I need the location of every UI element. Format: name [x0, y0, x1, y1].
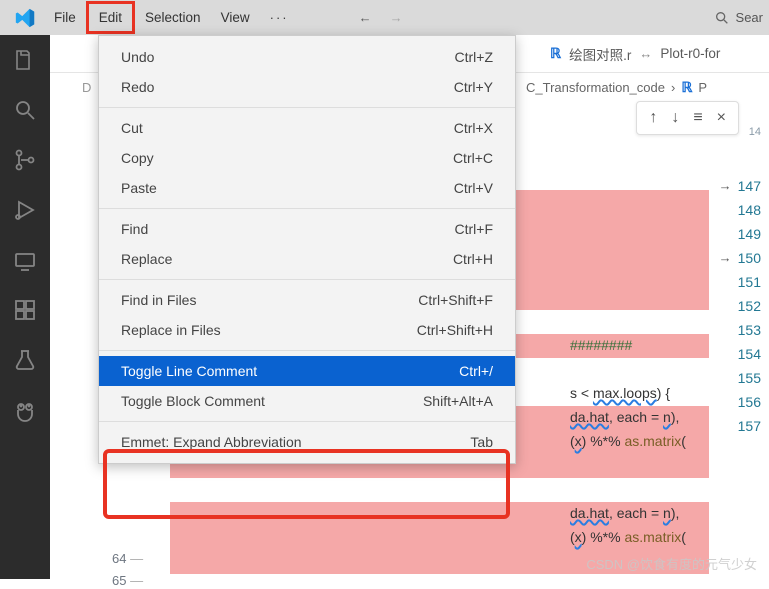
- source-control-icon[interactable]: [12, 147, 38, 173]
- menu-item-replace[interactable]: ReplaceCtrl+H: [99, 244, 515, 274]
- menu-item-toggle-block-comment[interactable]: Toggle Block CommentShift+Alt+A: [99, 386, 515, 416]
- testing-icon[interactable]: [12, 347, 38, 373]
- edit-dropdown: UndoCtrl+ZRedoCtrl+Y CutCtrl+XCopyCtrl+CP…: [98, 35, 516, 464]
- explorer-icon[interactable]: [12, 47, 38, 73]
- menu-item-cut[interactable]: CutCtrl+X: [99, 113, 515, 143]
- vscode-logo-icon: [14, 7, 36, 29]
- line-number-gutter: 14 →147 148 149 →150 151 152 153 154 155…: [719, 120, 761, 438]
- menu-item-find-in-files[interactable]: Find in FilesCtrl+Shift+F: [99, 285, 515, 315]
- menu-selection[interactable]: Selection: [135, 4, 211, 31]
- r-file-icon: ℝ: [681, 79, 692, 96]
- nav-forward-icon[interactable]: →: [390, 10, 403, 25]
- r-file-icon: ℝ: [550, 45, 561, 62]
- menu-item-find[interactable]: FindCtrl+F: [99, 214, 515, 244]
- extensions-icon[interactable]: [12, 297, 38, 323]
- search-activity-icon[interactable]: [12, 97, 38, 123]
- menu-edit[interactable]: Edit: [86, 1, 135, 34]
- breadcrumb-segment[interactable]: C_Transformation_code: [526, 80, 665, 95]
- menu-item-toggle-line-comment[interactable]: Toggle Line CommentCtrl+/: [99, 356, 515, 386]
- activity-bar: [0, 35, 50, 579]
- menu-item-emmet-expand-abbreviation[interactable]: Emmet: Expand AbbreviationTab: [99, 427, 515, 457]
- menu-view[interactable]: View: [211, 4, 260, 31]
- menu-file[interactable]: File: [44, 4, 86, 31]
- remote-icon[interactable]: [12, 247, 38, 273]
- search-icon: [714, 10, 730, 26]
- selection-icon[interactable]: ≡: [693, 109, 702, 127]
- menu-item-paste[interactable]: PasteCtrl+V: [99, 173, 515, 203]
- breadcrumb-file[interactable]: P: [698, 80, 707, 95]
- menu-item-undo[interactable]: UndoCtrl+Z: [99, 42, 515, 72]
- run-debug-icon[interactable]: [12, 197, 38, 223]
- menu-item-redo[interactable]: RedoCtrl+Y: [99, 72, 515, 102]
- prev-match-icon[interactable]: ↑: [649, 109, 657, 127]
- watermark: CSDN @饮食有度的元气少女: [586, 554, 757, 573]
- nav-back-icon[interactable]: ←: [359, 10, 372, 25]
- next-match-icon[interactable]: ↓: [671, 109, 679, 127]
- menu-overflow[interactable]: ···: [260, 4, 299, 31]
- search-placeholder: Sear: [736, 10, 763, 25]
- search-box[interactable]: Sear: [714, 10, 769, 26]
- copilot-icon[interactable]: [12, 397, 38, 423]
- menu-item-copy[interactable]: CopyCtrl+C: [99, 143, 515, 173]
- tab-file-2[interactable]: Plot-r0-for: [660, 46, 720, 61]
- menu-bar: File Edit Selection View ··· ← → Sear: [0, 0, 769, 35]
- menu-item-replace-in-files[interactable]: Replace in FilesCtrl+Shift+H: [99, 315, 515, 345]
- tab-file-1[interactable]: 绘图对照.r: [569, 44, 631, 64]
